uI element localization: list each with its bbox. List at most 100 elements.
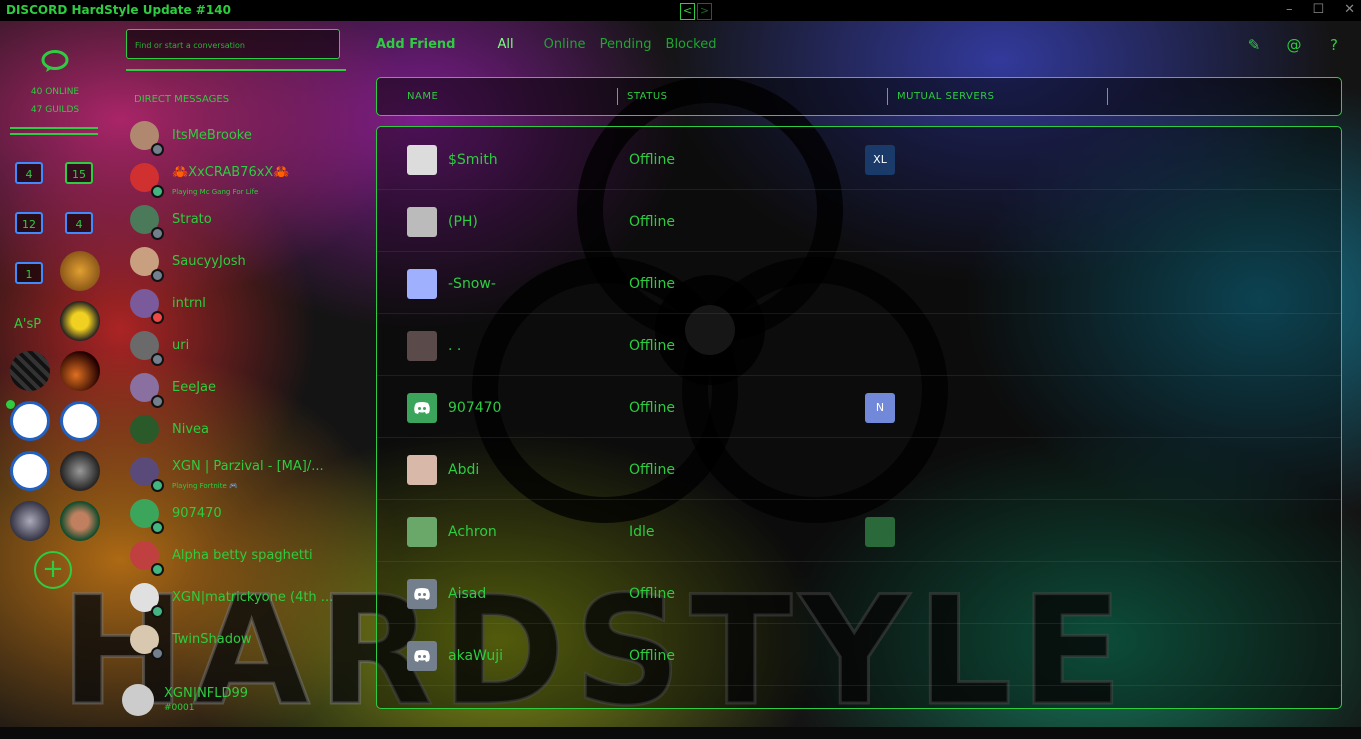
tab-add-friend[interactable]: Add Friend [376, 37, 456, 55]
friend-row[interactable]: Abdi Offline [377, 437, 1341, 500]
guild-icon[interactable] [60, 351, 100, 391]
dm-sidebar: DIRECT MESSAGES ItsMeBrooke 🦀XxCRAB76xX🦀 P… [120, 21, 355, 727]
guild-separator [10, 127, 98, 135]
guild-icon[interactable] [60, 501, 100, 541]
dm-item[interactable]: Strato [130, 203, 350, 245]
guild-icon[interactable] [10, 351, 50, 391]
dm-name: XGN | Parzival - [MA]/... [172, 459, 324, 474]
column-status-header[interactable]: STATUS [627, 91, 668, 102]
search-underline [126, 69, 346, 71]
friend-avatar [407, 393, 437, 423]
dm-item[interactable]: 907470 [130, 497, 350, 539]
dm-item[interactable]: Nivea [130, 413, 350, 455]
guild-folder[interactable]: 15 [65, 162, 93, 184]
dm-name: SaucyyJosh [172, 254, 246, 269]
mutual-server-icon[interactable]: XL [865, 145, 895, 175]
dm-name: EeeJae [172, 380, 217, 395]
guild-folder[interactable]: 1 [15, 262, 43, 284]
top-icons: ✎ @ ? [1245, 36, 1343, 54]
friend-status: Offline [629, 462, 675, 478]
status-dot [151, 185, 164, 198]
friend-row[interactable]: Achron Idle [377, 499, 1341, 562]
friend-avatar [407, 207, 437, 237]
friend-name: Abdi [448, 462, 480, 478]
column-mutual-header[interactable]: MUTUAL SERVERS [897, 91, 995, 102]
add-server-button[interactable]: + [34, 551, 72, 589]
friend-avatar [407, 517, 437, 547]
dm-item[interactable]: 🦀XxCRAB76xX🦀 Playing Mc Gang For Life [130, 161, 350, 203]
status-dot [151, 143, 164, 156]
mutual-server-icon[interactable] [865, 517, 895, 547]
tab-pending[interactable]: Pending [600, 37, 652, 55]
mutual-server-icon[interactable]: N [865, 393, 895, 423]
column-divider [887, 88, 888, 105]
guild-folder[interactable]: 4 [15, 162, 43, 184]
guild-icon[interactable] [10, 501, 50, 541]
friend-status: Offline [629, 276, 675, 292]
dm-item[interactable]: XGN | Parzival - [MA]/... Playing Fortnit… [130, 455, 350, 497]
status-dot [151, 647, 164, 660]
dm-item[interactable]: SaucyyJosh [130, 245, 350, 287]
search-input[interactable] [135, 41, 335, 50]
maximize-icon[interactable]: ☐ [1312, 2, 1324, 17]
guild-folder[interactable]: 12 [15, 212, 43, 234]
dm-item[interactable]: intrnl [130, 287, 350, 329]
tab-blocked[interactable]: Blocked [666, 37, 717, 55]
guild-folder[interactable]: 4 [65, 212, 93, 234]
friend-name: Achron [448, 524, 497, 540]
dm-item[interactable]: XGN|matrickyone (4th ... [130, 581, 350, 623]
close-icon[interactable]: ✕ [1344, 2, 1355, 17]
mention-icon[interactable]: @ [1285, 36, 1303, 54]
column-name-header[interactable]: NAME [407, 91, 438, 102]
friend-row[interactable]: 907470 Offline N [377, 375, 1341, 438]
column-divider [617, 88, 618, 105]
friend-avatar [407, 145, 437, 175]
friend-avatar [407, 641, 437, 671]
guild-acronym[interactable]: A'sP [14, 317, 41, 332]
friends-home-icon[interactable] [40, 49, 70, 73]
minimize-icon[interactable]: – [1286, 2, 1293, 17]
dm-item[interactable]: TwinShadow [130, 623, 350, 665]
guild-icon[interactable] [60, 401, 100, 441]
dm-name: intrnl [172, 296, 206, 311]
guild-icon[interactable] [10, 401, 50, 441]
new-group-icon[interactable]: ✎ [1245, 36, 1263, 54]
tab-online[interactable]: Online [544, 37, 586, 55]
guild-icon[interactable] [60, 301, 100, 341]
online-count: 40 ONLINE [30, 87, 80, 97]
dm-item[interactable]: ItsMeBrooke [130, 119, 350, 161]
friend-status: Offline [629, 338, 675, 354]
friend-row[interactable]: (PH) Offline [377, 189, 1341, 252]
nav-arrows: < > [680, 3, 712, 20]
dm-item[interactable]: EeeJae [130, 371, 350, 413]
dm-activity: Playing Mc Gang For Life [172, 188, 259, 196]
friend-row[interactable]: akaWuji Offline [377, 623, 1341, 686]
dm-avatar [130, 415, 159, 444]
guild-icon[interactable] [60, 251, 100, 291]
guild-sidebar: 40 ONLINE 47 GUILDS 4 15 12 4 1 A'sP + [0, 21, 110, 727]
friend-name: akaWuji [448, 648, 504, 664]
guild-count: 47 GUILDS [30, 105, 80, 115]
guild-icon[interactable] [10, 451, 50, 491]
forward-arrow-icon[interactable]: > [697, 3, 712, 20]
dm-item[interactable]: uri [130, 329, 350, 371]
status-dot [151, 479, 164, 492]
status-dot [151, 521, 164, 534]
friend-status: Idle [629, 524, 655, 540]
tab-all[interactable]: All [498, 37, 514, 55]
column-divider [1107, 88, 1108, 105]
dm-name: 🦀XxCRAB76xX🦀 [172, 165, 290, 180]
friend-row[interactable]: Aisad Offline [377, 561, 1341, 624]
back-arrow-icon[interactable]: < [680, 3, 695, 20]
friend-row[interactable]: -Snow- Offline [377, 251, 1341, 314]
friend-name: Aisad [448, 586, 487, 602]
status-dot [151, 311, 164, 324]
friend-row[interactable]: $Smith Offline XL [377, 127, 1341, 190]
dm-item[interactable]: Alpha betty spaghetti [130, 539, 350, 581]
user-tag: #0001 [164, 703, 195, 713]
guild-icon[interactable] [60, 451, 100, 491]
user-avatar[interactable] [122, 684, 154, 716]
friend-row[interactable]: . . Offline [377, 313, 1341, 376]
help-icon[interactable]: ? [1325, 36, 1343, 54]
dm-name: XGN|matrickyone (4th ... [172, 590, 334, 605]
